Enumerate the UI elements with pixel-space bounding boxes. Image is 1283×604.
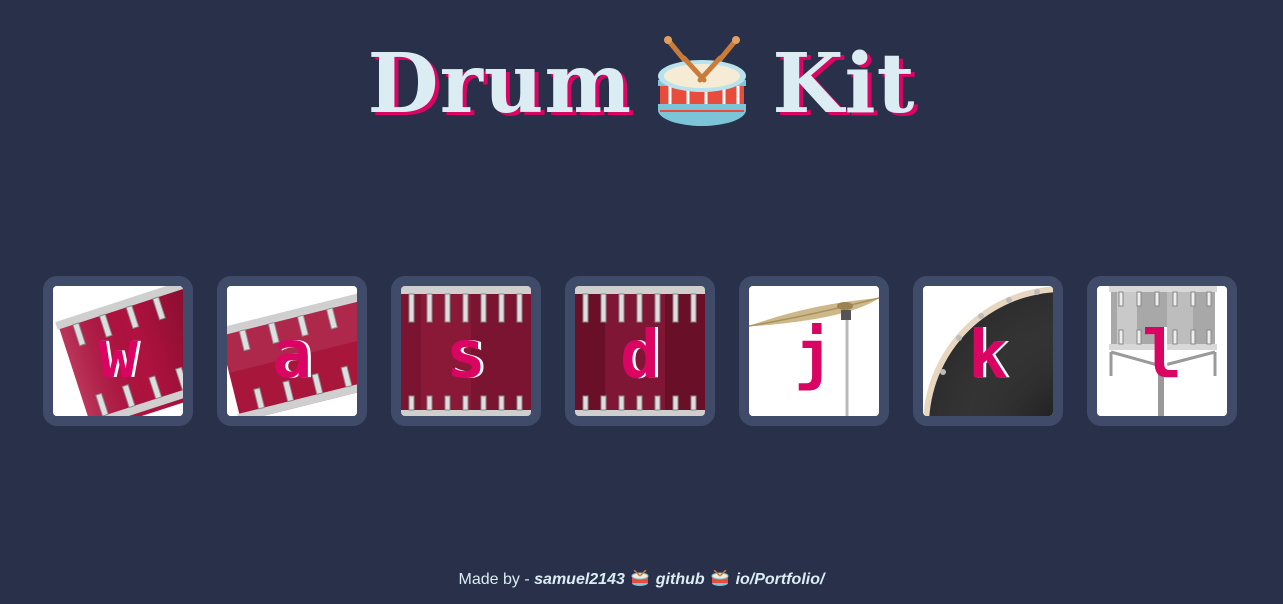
title-drum-word: Drum	[367, 36, 633, 132]
drum-key-label: a	[272, 316, 312, 393]
drum-button-j[interactable]: j	[739, 276, 889, 426]
footer: Made by - samuel2143 github io/Portfolio…	[0, 570, 1283, 589]
drum-button-s[interactable]: s	[391, 276, 541, 426]
github-link[interactable]: github	[656, 571, 705, 588]
drum-set: w a s d j k l	[43, 276, 1243, 426]
drum-key-label: j	[794, 316, 834, 393]
drum-key-label: k	[968, 316, 1008, 393]
author-name: samuel2143	[534, 571, 625, 588]
drum-icon	[711, 570, 729, 586]
drum-icon	[658, 36, 747, 126]
drum-key-label: d	[620, 316, 660, 393]
drum-key-label: w	[98, 316, 138, 393]
title-kit-word: Kit	[772, 36, 916, 132]
drum-key-label: s	[446, 316, 486, 393]
drum-key-label: l	[1142, 316, 1182, 393]
drum-button-w[interactable]: w	[43, 276, 193, 426]
drum-kit-page: Drum Kit w a s d j k l Made by - samuel2…	[0, 0, 1283, 604]
portfolio-link[interactable]: io/Portfolio/	[736, 571, 825, 588]
drum-button-d[interactable]: d	[565, 276, 715, 426]
footer-prefix: Made by -	[458, 571, 535, 588]
drum-button-l[interactable]: l	[1087, 276, 1237, 426]
drum-button-a[interactable]: a	[217, 276, 367, 426]
drum-icon	[631, 570, 649, 586]
drum-button-k[interactable]: k	[913, 276, 1063, 426]
page-title: Drum Kit	[0, 34, 1283, 134]
